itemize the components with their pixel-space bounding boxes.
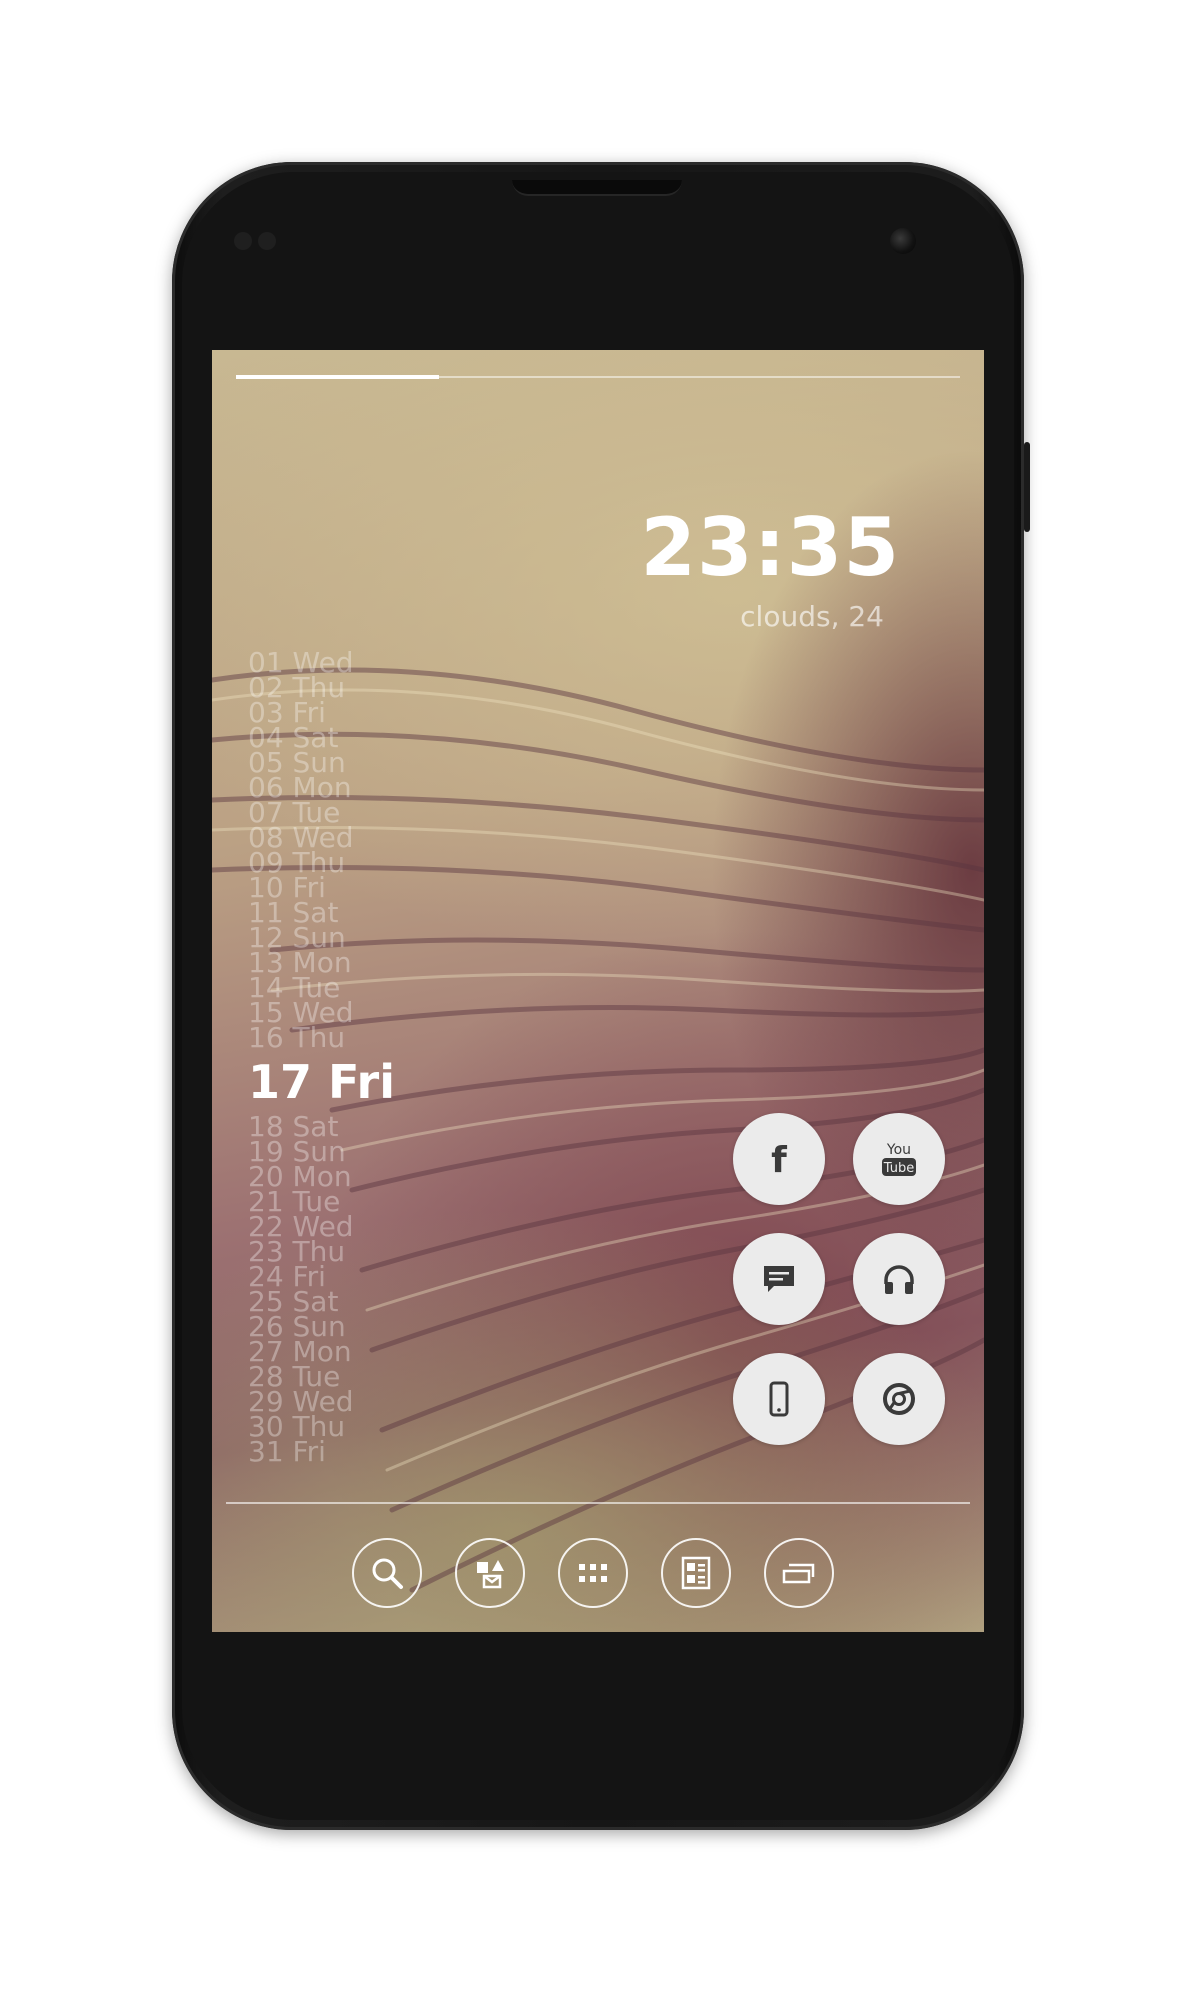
messaging-app-button[interactable]: [733, 1233, 825, 1325]
facebook-icon: f: [771, 1140, 787, 1179]
phone-app-button[interactable]: [733, 1353, 825, 1445]
widgets-button[interactable]: [455, 1538, 525, 1608]
front-camera: [890, 228, 916, 254]
facebook-glyph: f: [771, 1140, 787, 1179]
phone-icon: [769, 1381, 789, 1417]
app-shortcut-grid: f You Tube: [733, 1113, 945, 1445]
power-button: [1024, 442, 1030, 532]
calendar-day[interactable]: 31 Fri: [248, 1438, 395, 1466]
earpiece-speaker: [512, 180, 682, 196]
recent-apps-button[interactable]: [764, 1538, 834, 1608]
search-icon: [372, 1558, 403, 1589]
chrome-app-button[interactable]: [853, 1353, 945, 1445]
proximity-sensor: [234, 232, 252, 250]
recent-apps-icon: [782, 1563, 815, 1584]
clock-time[interactable]: 23:35: [640, 508, 900, 588]
chrome-icon: [883, 1383, 915, 1415]
contacts-button[interactable]: [661, 1538, 731, 1608]
weather-summary[interactable]: clouds, 24: [740, 600, 884, 633]
progress-track: [236, 375, 960, 379]
shapes-icon: [477, 1560, 504, 1589]
dock-divider: [226, 1502, 970, 1504]
progress-fill: [236, 375, 439, 379]
headphones-icon: [884, 1265, 914, 1294]
calendar-day[interactable]: 16 Thu: [248, 1024, 395, 1052]
calendar-today[interactable]: 17 Fri: [248, 1050, 395, 1114]
search-button[interactable]: [352, 1538, 422, 1608]
youtube-glyph-top: You: [886, 1142, 911, 1158]
contacts-icon: [681, 1556, 711, 1590]
facebook-app-button[interactable]: f: [733, 1113, 825, 1205]
dock: [352, 1538, 852, 1608]
home-screen: 23:35 clouds, 24 01 Wed 02 Thu 03 Fri 04 Sa…: [212, 350, 984, 1632]
app-drawer-icon: [579, 1564, 607, 1582]
light-sensor: [258, 232, 276, 250]
app-drawer-button[interactable]: [558, 1538, 628, 1608]
youtube-app-button[interactable]: You Tube: [853, 1113, 945, 1205]
messaging-icon: [764, 1266, 794, 1292]
music-app-button[interactable]: [853, 1233, 945, 1325]
youtube-glyph-bottom: Tube: [883, 1161, 914, 1176]
calendar-day-list: 01 Wed 02 Thu 03 Fri 04 Sat 05 Sun 06 Mon 07 T…: [248, 649, 395, 1466]
youtube-icon: You Tube: [882, 1142, 916, 1176]
